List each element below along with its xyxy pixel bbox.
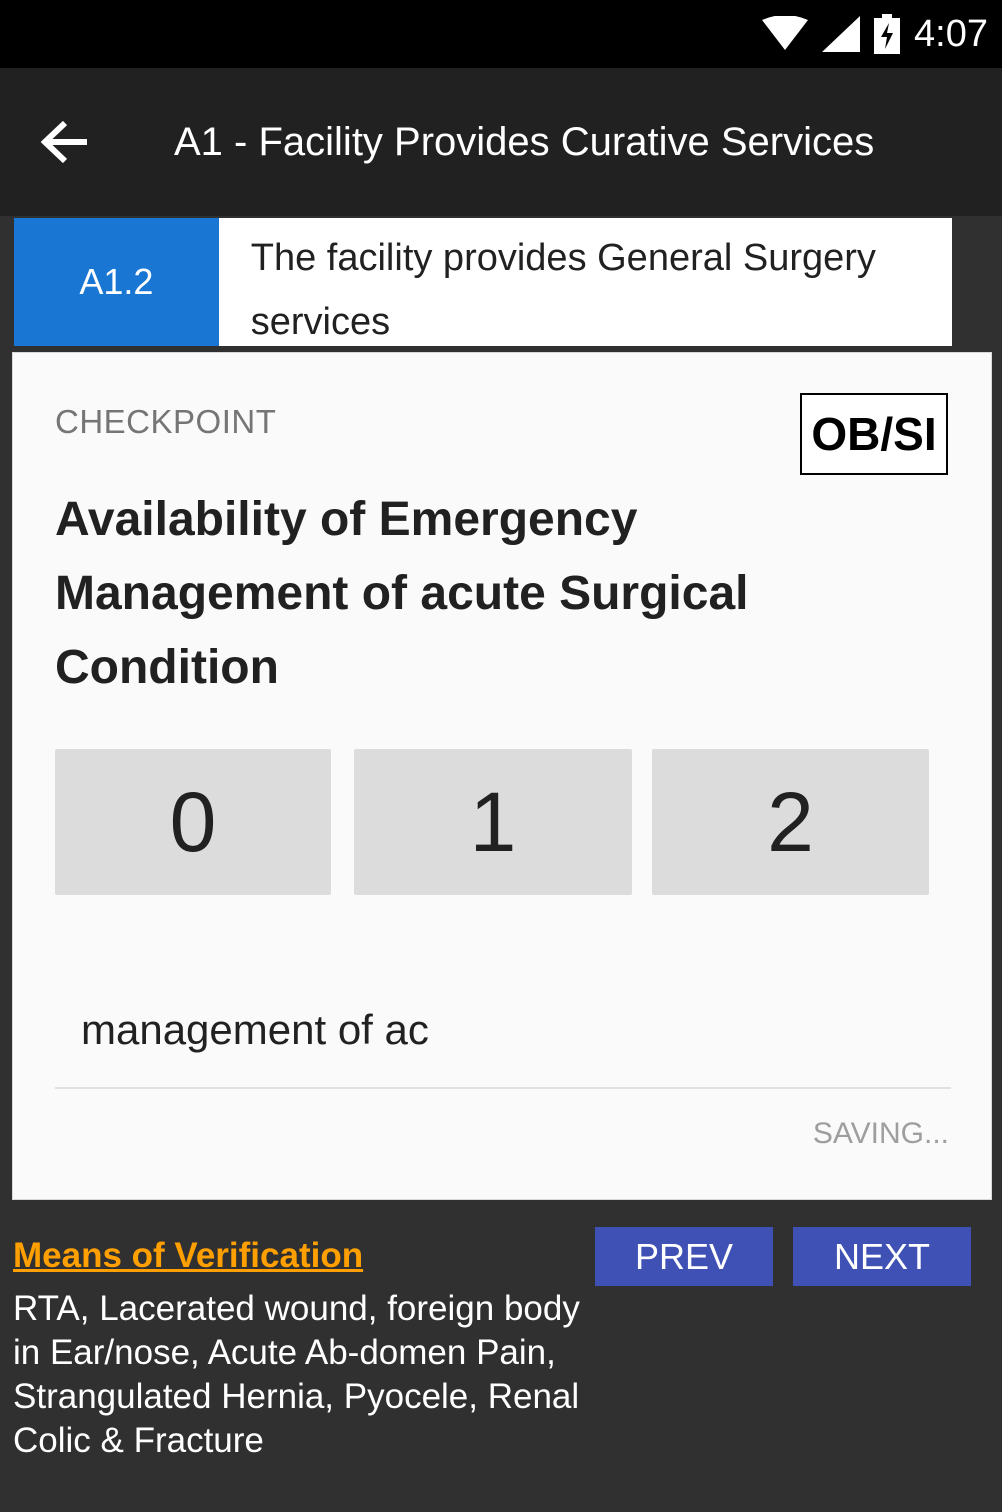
score-button-1[interactable]: 1 <box>354 749 632 895</box>
page-title: A1 - Facility Provides Curative Services <box>174 120 875 164</box>
status-bar: 4:07 <box>0 0 1002 68</box>
status-time: 4:07 <box>914 12 988 55</box>
back-button[interactable] <box>36 116 94 168</box>
signal-icon <box>822 16 861 52</box>
standard-header: A1.2 The facility provides General Surge… <box>14 218 952 346</box>
status-icons: 4:07 <box>762 0 988 68</box>
remarks-input[interactable] <box>55 973 951 1089</box>
standard-code: A1.2 <box>14 218 219 346</box>
checkpoint-label: CHECKPOINT <box>55 403 277 440</box>
method-badge: OB/SI <box>800 393 948 475</box>
app-bar: A1 - Facility Provides Curative Services <box>0 68 1002 216</box>
save-status: SAVING... <box>812 1117 949 1150</box>
means-of-verification-text: RTA, Lacerated wound, foreign body in Ea… <box>13 1289 580 1460</box>
means-of-verification-link[interactable]: Means of Verification <box>13 1236 363 1276</box>
wifi-icon <box>762 16 809 50</box>
checkpoint-title: Availability of Emergency Management of … <box>55 493 749 694</box>
battery-charging-icon <box>874 14 901 54</box>
score-button-0[interactable]: 0 <box>55 749 331 895</box>
score-button-2[interactable]: 2 <box>652 749 929 895</box>
checkpoint-card: CHECKPOINT OB/SI Availability of Emergen… <box>12 352 992 1200</box>
next-button[interactable]: NEXT <box>793 1227 971 1286</box>
prev-button[interactable]: PREV <box>595 1227 773 1286</box>
standard-description: The facility provides General Surgery se… <box>250 237 876 343</box>
arrow-back-icon <box>41 120 87 164</box>
